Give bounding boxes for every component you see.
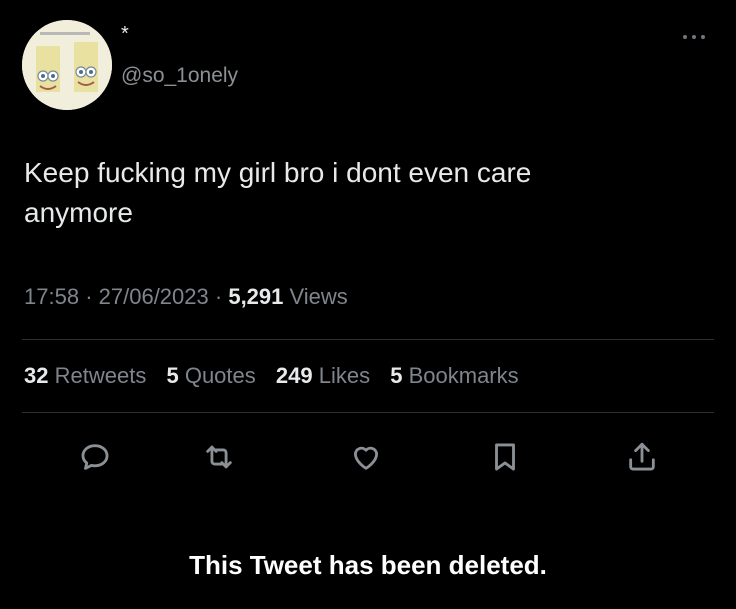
likes-stat[interactable]: 249 Likes: [276, 363, 376, 388]
reply-icon[interactable]: [78, 440, 112, 474]
share-icon[interactable]: [625, 440, 659, 474]
deleted-notice: This Tweet has been deleted.: [189, 550, 547, 580]
tweet-date[interactable]: 27/06/2023: [99, 284, 209, 309]
retweets-label: Retweets: [54, 363, 147, 388]
quotes-count: 5: [166, 363, 179, 388]
retweets-stat[interactable]: 32 Retweets: [24, 363, 152, 388]
likes-label: Likes: [318, 363, 371, 388]
views-count: 5,291: [228, 284, 284, 309]
avatar-image: [22, 20, 112, 110]
engagement-stats: 32 Retweets 5 Quotes 249 Likes 5 Bookmar…: [24, 363, 533, 389]
bookmark-icon[interactable]: [488, 440, 522, 474]
tweet-meta: 17:58 · 27/06/2023 · 5,291 Views: [24, 284, 348, 310]
bookmarks-stat[interactable]: 5 Bookmarks: [390, 363, 518, 388]
views-label: Views: [289, 284, 348, 309]
divider: [22, 412, 714, 413]
retweets-count: 32: [24, 363, 49, 388]
bookmarks-count: 5: [390, 363, 403, 388]
quotes-label: Quotes: [184, 363, 256, 388]
like-icon[interactable]: [349, 440, 383, 474]
meta-separator: ·: [214, 284, 229, 309]
tweet-time[interactable]: 17:58: [24, 284, 79, 309]
meta-separator: ·: [85, 284, 99, 309]
more-options-icon[interactable]: [680, 30, 708, 44]
retweet-icon[interactable]: [202, 440, 236, 474]
display-name[interactable]: *: [121, 24, 129, 44]
user-handle[interactable]: @so_1onely: [121, 64, 238, 88]
tweet-text: Keep fucking my girl bro i dont even car…: [24, 157, 532, 228]
avatar[interactable]: [22, 20, 112, 110]
bookmarks-label: Bookmarks: [408, 363, 519, 388]
divider: [22, 339, 714, 340]
quotes-stat[interactable]: 5 Quotes: [166, 363, 261, 388]
likes-count: 249: [275, 363, 313, 388]
